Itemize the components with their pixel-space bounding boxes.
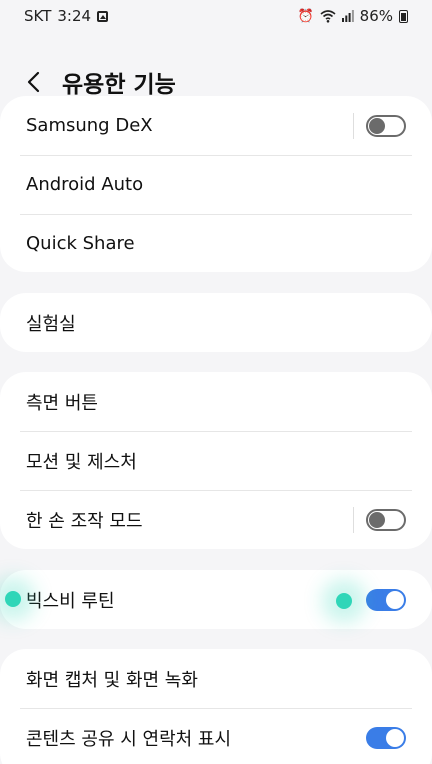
list-item-android-auto[interactable]: Android Auto [0, 155, 432, 214]
status-bar: SKT 3:24 ⏰ 86% [0, 0, 432, 32]
touch-indicator-icon [5, 591, 21, 607]
bixby-routines-toggle[interactable] [366, 588, 406, 611]
page-title: 유용한 기능 [62, 72, 176, 98]
list-item-bixby-routines[interactable]: 빅스비 루틴 [0, 570, 432, 629]
list-item-motions-gestures[interactable]: 모션 및 제스처 [0, 431, 432, 490]
divider [353, 506, 354, 533]
list-item-one-handed-mode[interactable]: 한 손 조작 모드 [0, 490, 432, 549]
item-label: Samsung DeX [26, 115, 153, 136]
alarm-icon: ⏰ [297, 8, 314, 24]
settings-group-5: 화면 캡처 및 화면 녹화 콘텐츠 공유 시 연락처 표시 [0, 649, 432, 764]
back-arrow-icon [27, 71, 40, 93]
settings-group-4: 빅스비 루틴 [0, 570, 432, 629]
battery-icon [399, 9, 408, 23]
image-icon [97, 10, 109, 22]
screen: SKT 3:24 ⏰ 86% 유용한 기능 Samsung DeX Androi… [0, 0, 432, 764]
settings-group-2: 실험실 [0, 293, 432, 352]
item-label: Quick Share [26, 233, 135, 254]
list-item-show-contacts-sharing[interactable]: 콘텐츠 공유 시 연락처 표시 [0, 708, 432, 764]
list-item-quick-share[interactable]: Quick Share [0, 214, 432, 272]
divider [353, 112, 354, 139]
wifi-icon [320, 9, 336, 23]
list-item-labs[interactable]: 실험실 [0, 293, 432, 352]
status-right: ⏰ 86% [297, 7, 408, 25]
list-item-side-button[interactable]: 측면 버튼 [0, 372, 432, 431]
item-label: 측면 버튼 [26, 392, 98, 414]
item-label: Android Auto [26, 174, 144, 195]
item-label: 화면 캡처 및 화면 녹화 [26, 669, 198, 691]
item-label: 실험실 [26, 313, 76, 335]
item-label: 한 손 조작 모드 [26, 510, 143, 532]
list-item-screenshots-recorder[interactable]: 화면 캡처 및 화면 녹화 [0, 649, 432, 708]
item-label: 모션 및 제스처 [26, 451, 137, 473]
settings-group-3: 측면 버튼 모션 및 제스처 한 손 조작 모드 [0, 372, 432, 549]
status-left: SKT 3:24 [24, 7, 109, 25]
item-label: 콘텐츠 공유 시 연락처 표시 [26, 728, 232, 750]
clock: 3:24 [57, 7, 92, 25]
item-label: 빅스비 루틴 [26, 590, 115, 612]
samsung-dex-toggle[interactable] [366, 114, 406, 137]
show-contacts-toggle[interactable] [366, 726, 406, 749]
battery-percent: 86% [359, 7, 393, 25]
list-item-samsung-dex[interactable]: Samsung DeX [0, 96, 432, 155]
signal-icon [341, 10, 354, 22]
touch-indicator-icon [336, 593, 352, 609]
settings-group-1: Samsung DeX Android Auto Quick Share [0, 96, 432, 272]
carrier: SKT [24, 7, 52, 25]
one-handed-mode-toggle[interactable] [366, 508, 406, 531]
